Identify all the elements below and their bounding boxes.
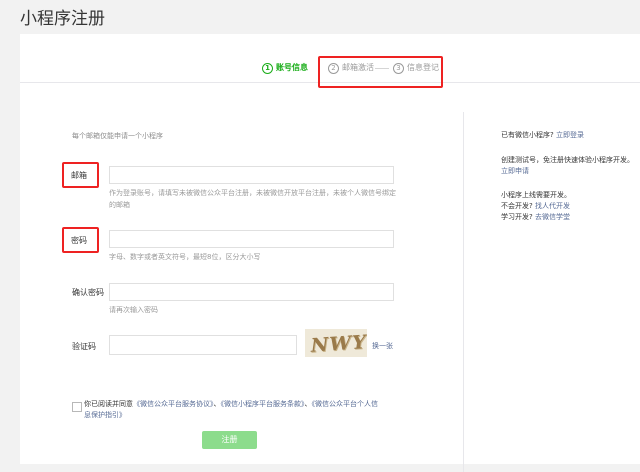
wechat-academy-link[interactable]: 去微信学堂 <box>535 213 570 221</box>
sidebar-dev-line1: 小程序上线需要开发。 <box>501 191 571 199</box>
login-link[interactable]: 立即登录 <box>556 131 584 139</box>
step-label: 账号信息 <box>276 63 308 72</box>
captcha-field[interactable] <box>109 335 297 355</box>
sidebar-have-account: 已有微信小程序? <box>501 131 554 139</box>
sidebar-dev-line2: 不会开发? 找人代开发 <box>501 201 570 212</box>
vertical-divider <box>463 112 464 472</box>
find-developer-link[interactable]: 找人代开发 <box>535 202 570 210</box>
email-hint: 作为登录账号，请填写未被微信公众平台注册，未被微信开放平台注册，未被个人微信号绑… <box>109 189 396 209</box>
highlight-box-steps <box>318 56 443 88</box>
register-button[interactable]: 注册 <box>202 431 257 449</box>
password-field[interactable] <box>109 230 394 248</box>
service-agreement-link[interactable]: 《微信公众平台服务协议》 <box>133 400 214 408</box>
agreement-checkbox[interactable] <box>72 402 82 412</box>
sidebar-no-dev: 不会开发? <box>501 202 533 210</box>
step-account-info: 1 账号信息 <box>262 62 308 74</box>
sidebar-test-text: 创建测试号，免注册快速体验小程序开发。 <box>501 156 634 164</box>
confirm-password-label: 确认密码 <box>72 288 104 297</box>
captcha-image[interactable]: NWY <box>305 329 367 357</box>
captcha-label: 验证码 <box>72 342 96 351</box>
email-label: 邮箱 <box>71 171 87 180</box>
apply-link[interactable]: 立即申请 <box>501 167 529 175</box>
form-intro: 每个邮箱仅能申请一个小程序 <box>72 132 163 140</box>
agreement-text: 你已阅读并同意《微信公众平台服务协议》、《微信小程序平台服务条款》、《微信公众平… <box>84 399 384 421</box>
captcha-text: NWY <box>309 331 367 357</box>
sidebar-learn-dev: 学习开发? <box>501 213 533 221</box>
registration-card: 1 账号信息 2 邮箱激活 3 信息登记 每个邮箱仅能申请一个小程序 邮箱 作为… <box>20 34 640 472</box>
platform-terms-link[interactable]: 《微信小程序平台服务条款》 <box>221 400 305 408</box>
agreement-prefix: 你已阅读并同意 <box>84 400 133 408</box>
sidebar-test-account: 创建测试号，免注册快速体验小程序开发。 立即申请 <box>501 155 640 177</box>
email-field[interactable] <box>109 166 394 184</box>
confirm-password-field[interactable] <box>109 283 394 301</box>
agreement-separator: 、 <box>304 400 312 408</box>
step-number: 1 <box>262 62 273 74</box>
agreement-separator: 、 <box>213 400 221 408</box>
page-title: 小程序注册 <box>20 9 105 29</box>
refresh-captcha-link[interactable]: 换一张 <box>372 341 393 351</box>
sidebar-login-line: 已有微信小程序? 立即登录 <box>501 130 584 141</box>
password-hint: 字母、数字或者英文符号，最短8位，区分大小写 <box>109 253 261 261</box>
password-label: 密码 <box>71 236 87 245</box>
sidebar-dev-line3: 学习开发? 去微信学堂 <box>501 212 570 223</box>
confirm-password-hint: 请再次输入密码 <box>109 306 158 314</box>
